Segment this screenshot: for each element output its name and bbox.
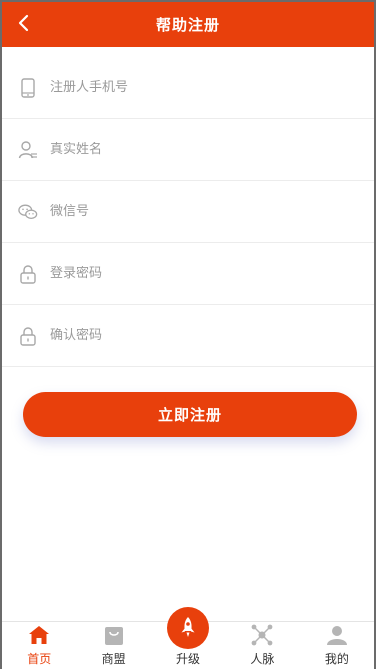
user-icon — [18, 140, 38, 160]
phone-input[interactable] — [50, 80, 330, 95]
lock-icon — [18, 326, 38, 346]
tab-mine-label: 我的 — [324, 652, 349, 666]
tab-home[interactable]: 首页 — [2, 621, 76, 669]
lock-icon — [18, 264, 38, 284]
password-row — [2, 243, 374, 305]
register-form — [2, 57, 374, 367]
phone-icon — [18, 77, 38, 98]
back-button[interactable] — [12, 11, 36, 35]
phone-row — [2, 57, 374, 119]
tab-shop-label: 商盟 — [101, 652, 126, 666]
profile-icon — [325, 623, 349, 647]
tab-network[interactable]: 人脉 — [225, 621, 299, 669]
network-icon — [250, 623, 274, 647]
bottom-tabbar: 首页 商盟 升级 人脉 我的 — [2, 607, 374, 669]
real-name-input[interactable] — [50, 142, 330, 157]
tab-upgrade-label: 升级 — [176, 652, 201, 666]
wechat-row — [2, 181, 374, 243]
shop-bag-icon — [102, 623, 126, 647]
name-row — [2, 119, 374, 181]
confirm-password-row — [2, 305, 374, 367]
rocket-icon — [181, 617, 195, 637]
upgrade-bubble — [166, 607, 209, 649]
login-password-input[interactable] — [50, 266, 330, 281]
wechat-input[interactable] — [50, 204, 330, 219]
home-icon — [27, 623, 51, 647]
app-frame: 帮助注册 注册人手机号 真实姓名 微信号 立即注册 首页 商盟 升级 人脉 我的 — [0, 0, 376, 669]
confirm-password-input[interactable] — [50, 328, 330, 343]
page-title: 帮助注册 — [155, 16, 220, 34]
wechat-icon — [18, 202, 38, 222]
tab-mine[interactable]: 我的 — [300, 621, 374, 669]
tab-upgrade[interactable]: 升级 — [151, 607, 225, 669]
tab-network-label: 人脉 — [250, 652, 275, 666]
tab-shop[interactable]: 商盟 — [76, 621, 150, 669]
chevron-left-icon — [18, 14, 29, 32]
header-bar: 帮助注册 — [2, 2, 374, 47]
tab-home-label: 首页 — [27, 652, 52, 666]
register-now-button[interactable]: 立即注册 — [23, 392, 357, 437]
